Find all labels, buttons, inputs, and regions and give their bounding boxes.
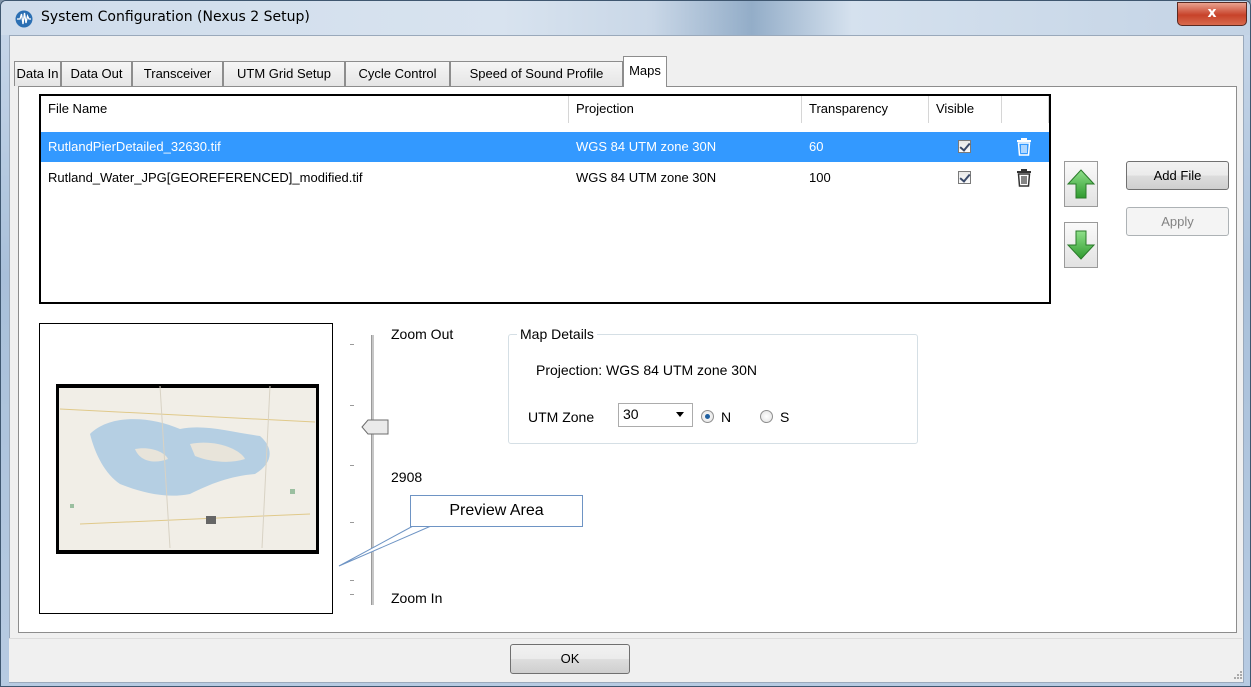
projection-text: Projection: WGS 84 UTM zone 30N [536,362,757,378]
close-button[interactable]: x [1177,2,1247,26]
tab-speed-of-sound-profile[interactable]: Speed of Sound Profile [450,61,623,86]
app-waveform-icon [15,10,33,28]
title-bar[interactable]: System Configuration (Nexus 2 Setup) x [1,1,1250,35]
zoom-slider-thumb[interactable] [361,419,389,435]
cell-file-name: RutlandPierDetailed_32630.tif [48,139,221,154]
ok-button[interactable]: OK [510,644,630,674]
column-header-delete [1002,96,1049,123]
move-up-button[interactable] [1064,161,1098,207]
map-details-label: Map Details [517,326,597,342]
cell-projection: WGS 84 UTM zone 30N [576,139,717,154]
map-details-group [508,334,918,444]
column-header-file-name[interactable]: File Name [41,96,569,123]
utm-zone-label: UTM Zone [528,409,595,425]
column-header-transparency[interactable]: Transparency [802,96,929,123]
tab-cycle-control[interactable]: Cycle Control [345,61,450,86]
cell-file-name: Rutland_Water_JPG[GEOREFERENCED]_modifie… [48,170,363,185]
zoom-out-label: Zoom Out [391,326,454,342]
table-row[interactable]: RutlandPierDetailed_32630.tif WGS 84 UTM… [41,132,1049,162]
visible-checkbox[interactable] [958,171,971,184]
add-file-button[interactable]: Add File [1126,161,1229,190]
visible-checkbox[interactable] [958,140,971,153]
hemisphere-s-radio[interactable] [760,410,773,423]
move-down-button[interactable] [1064,222,1098,268]
tab-utm-grid-setup[interactable]: UTM Grid Setup [223,61,345,86]
green-down-arrow-icon [1066,230,1096,260]
utm-zone-value: 30 [623,406,639,422]
slider-tick [350,580,354,581]
zoom-value: 2908 [391,469,423,485]
slider-tick [350,344,354,345]
cell-transparency[interactable]: 60 [802,132,929,162]
tab-transceiver[interactable]: Transceiver [132,61,223,86]
trash-icon[interactable] [1016,138,1032,156]
apply-button[interactable]: Apply [1126,207,1229,236]
tab-data-in[interactable]: Data In [14,61,61,86]
cell-projection: WGS 84 UTM zone 30N [576,170,717,185]
trash-icon[interactable] [1016,169,1032,187]
chevron-down-icon [676,412,684,417]
green-up-arrow-icon [1066,169,1096,199]
close-icon: x [1207,5,1217,21]
column-header-visible[interactable]: Visible [929,96,1002,123]
resize-grip-icon[interactable] [1233,670,1243,680]
slider-tick [350,465,354,466]
utm-zone-select[interactable]: 30 [618,403,693,427]
table-row[interactable]: Rutland_Water_JPG[GEOREFERENCED]_modifie… [41,163,1049,193]
slider-tick [350,594,354,595]
tab-maps[interactable]: Maps [623,56,667,87]
hemisphere-s-label: S [780,409,790,425]
map-preview-image [56,384,319,554]
window-title: System Configuration (Nexus 2 Setup) [41,9,310,25]
tab-data-out[interactable]: Data Out [61,61,132,86]
preview-area [39,323,333,614]
cell-transparency[interactable]: 100 [802,163,929,193]
hemisphere-n-radio[interactable] [701,410,714,423]
map-file-list[interactable]: File Name Projection Transparency Visibl… [39,94,1051,304]
column-header-projection[interactable]: Projection [569,96,802,123]
slider-tick [350,405,354,406]
zoom-in-label: Zoom In [391,590,443,606]
preview-area-callout: Preview Area [410,495,583,527]
config-window: System Configuration (Nexus 2 Setup) x D… [0,0,1251,687]
hemisphere-n-label: N [721,409,732,425]
